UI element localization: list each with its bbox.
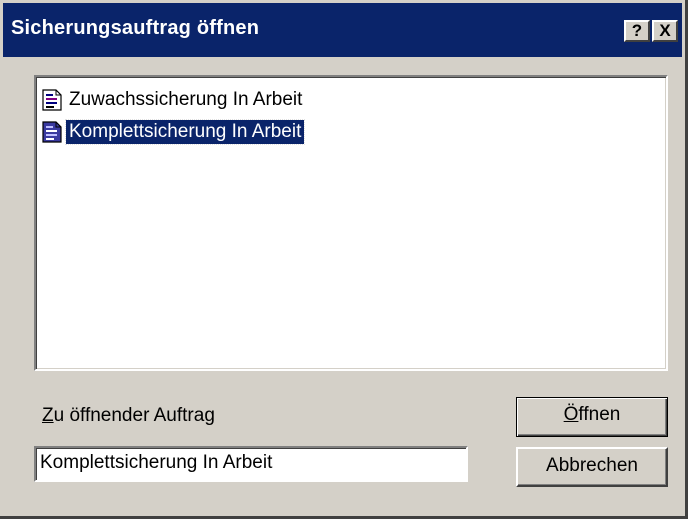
document-icon bbox=[42, 121, 62, 143]
backup-job-list[interactable]: Zuwachssicherung In Arbeit Komplettsiche… bbox=[34, 75, 668, 371]
document-icon bbox=[42, 89, 62, 111]
cancel-button[interactable]: Abbrechen bbox=[516, 447, 668, 487]
job-name-input[interactable]: Komplettsicherung In Arbeit bbox=[34, 446, 468, 482]
help-button[interactable]: ? bbox=[624, 20, 650, 42]
list-item-label: Komplettsicherung In Arbeit bbox=[64, 119, 306, 145]
open-label: ffnen bbox=[578, 404, 621, 425]
close-icon: X bbox=[659, 21, 671, 40]
job-name-label: Zu öffnender Auftrag bbox=[42, 405, 215, 427]
label-mnemonic: Z bbox=[42, 405, 54, 426]
window-title: Sicherungsauftrag öffnen bbox=[11, 17, 260, 39]
list-item-full[interactable]: Komplettsicherung In Arbeit bbox=[42, 119, 306, 145]
open-mnemonic: Ö bbox=[563, 404, 579, 425]
list-item-incremental[interactable]: Zuwachssicherung In Arbeit bbox=[42, 87, 305, 113]
help-icon: ? bbox=[631, 21, 643, 40]
close-button[interactable]: X bbox=[652, 20, 678, 42]
open-button[interactable]: Öffnen bbox=[516, 397, 668, 437]
list-item-label: Zuwachssicherung In Arbeit bbox=[69, 89, 303, 110]
open-backup-job-dialog: Sicherungsauftrag öffnen ? X Zuwachssich… bbox=[0, 0, 688, 519]
label-text: u öffnender Auftrag bbox=[53, 405, 215, 426]
title-bar[interactable]: Sicherungsauftrag öffnen ? X bbox=[3, 3, 682, 57]
